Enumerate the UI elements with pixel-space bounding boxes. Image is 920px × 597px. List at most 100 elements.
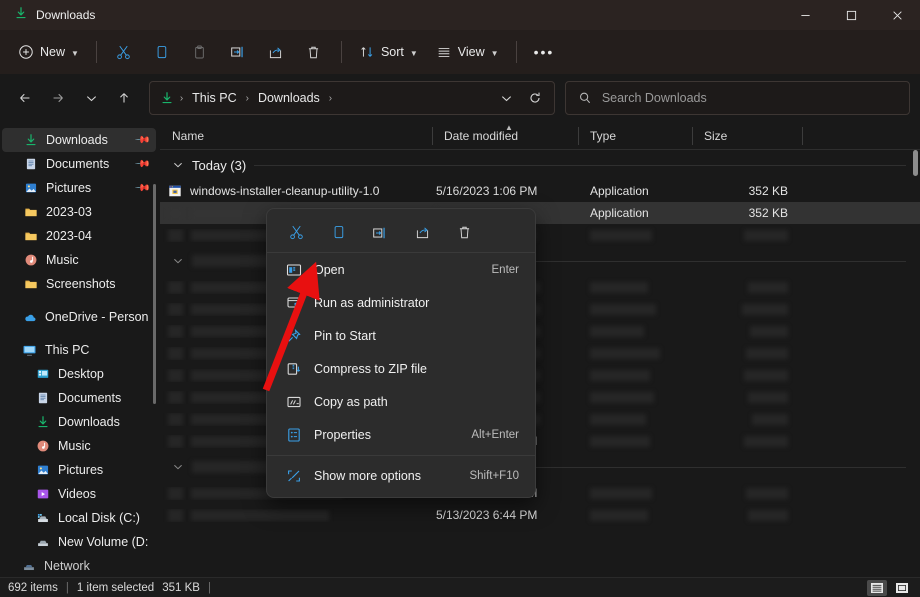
breadcrumb-this-pc[interactable]: This PC xyxy=(187,88,241,108)
delete-button[interactable] xyxy=(296,36,332,68)
maximize-button[interactable] xyxy=(828,0,874,30)
address-bar[interactable]: › This PC › Downloads › xyxy=(148,81,555,115)
chevron-down-icon xyxy=(174,162,182,168)
sidebar-item-2023-04[interactable]: 2023-04 xyxy=(2,224,156,248)
forward-button[interactable] xyxy=(43,82,74,114)
sidebar-item-music-pc[interactable]: Music xyxy=(2,434,156,458)
context-menu-divider xyxy=(267,455,535,456)
column-header-size[interactable]: Size xyxy=(692,122,802,150)
up-button[interactable] xyxy=(109,82,140,114)
context-menu-item-pin-to-start[interactable]: Pin to Start xyxy=(271,320,531,352)
context-menu-item-run-as-administrator[interactable]: Run as administrator xyxy=(271,287,531,319)
file-type-cell xyxy=(578,303,692,315)
sidebar-scrollbar[interactable] xyxy=(153,184,156,404)
sidebar-item-onedrive[interactable]: OneDrive - Person xyxy=(2,305,156,329)
table-row[interactable]: 5/13/2023 6:44 PM xyxy=(160,504,920,526)
desktop-icon xyxy=(37,369,49,378)
file-list-scrollbar[interactable] xyxy=(913,150,918,176)
details-view-icon xyxy=(871,582,883,593)
context-menu-item-show-more-options[interactable]: Show more options Shift+F10 xyxy=(271,460,531,492)
context-menu-item-properties[interactable]: Properties Alt+Enter xyxy=(271,419,531,451)
rename-button[interactable] xyxy=(220,36,256,68)
address-bar-row: › This PC › Downloads › Search Downloads xyxy=(0,74,920,122)
sidebar-item-screenshots[interactable]: Screenshots xyxy=(2,272,156,296)
pictures-icon xyxy=(37,465,49,475)
sidebar-item-downloads[interactable]: Downloads 📌 xyxy=(2,128,156,152)
sidebar-item-documents-pc[interactable]: Documents xyxy=(2,386,156,410)
group-divider xyxy=(254,164,906,166)
minimize-button[interactable] xyxy=(782,0,828,30)
sidebar-item-pictures[interactable]: Pictures 📌 xyxy=(2,176,156,200)
navigation-pane[interactable]: Downloads 📌 Documents 📌 Pictures 📌 2023-… xyxy=(0,122,160,577)
sidebar-item-this-pc[interactable]: This PC xyxy=(2,338,156,362)
sidebar-item-local-disk-c[interactable]: Local Disk (C:) xyxy=(2,506,156,530)
column-header-date-modified[interactable]: ▲ Date modified xyxy=(432,122,578,150)
network-icon xyxy=(24,564,34,571)
sort-button[interactable]: Sort ▼ xyxy=(351,36,426,68)
command-bar: New ▼ Sort ▼ View ▼ ••• xyxy=(0,30,920,74)
context-menu[interactable]: Open Enter Run as administrator Pin to S… xyxy=(266,208,536,498)
sidebar-item-documents[interactable]: Documents 📌 xyxy=(2,152,156,176)
pin-icon: 📌 xyxy=(133,155,151,173)
local-disk-icon xyxy=(37,513,48,523)
share-icon xyxy=(416,227,428,239)
address-history-button[interactable] xyxy=(494,85,520,111)
file-type-cell xyxy=(578,391,692,403)
music-icon xyxy=(37,440,49,452)
back-button[interactable] xyxy=(10,82,41,114)
sidebar-item-label: Desktop xyxy=(58,367,104,381)
sidebar-item-downloads-pc[interactable]: Downloads xyxy=(2,410,156,434)
music-icon xyxy=(25,254,37,266)
application-exe-icon xyxy=(169,185,181,197)
new-button[interactable]: New ▼ xyxy=(10,36,87,68)
copy-button[interactable] xyxy=(144,36,180,68)
column-header-extra[interactable] xyxy=(802,122,902,150)
view-button[interactable]: View ▼ xyxy=(428,36,507,68)
table-row[interactable]: windows-installer-cleanup-utility-1.0 5/… xyxy=(160,180,920,202)
sidebar-item-pictures-pc[interactable]: Pictures xyxy=(2,458,156,482)
file-name-text: windows-installer-cleanup-utility-1.0 xyxy=(190,184,380,198)
share-button[interactable] xyxy=(258,36,294,68)
context-menu-item-compress-to-zip[interactable]: Compress to ZIP file xyxy=(271,353,531,385)
sidebar-item-network[interactable]: Network xyxy=(2,554,156,577)
cut-button[interactable] xyxy=(106,36,142,68)
large-icons-view-icon xyxy=(896,582,908,593)
file-type-cell: Application xyxy=(590,206,649,220)
pin-icon: 📌 xyxy=(133,131,151,149)
search-input[interactable]: Search Downloads xyxy=(564,81,910,115)
context-menu-item-open[interactable]: Open Enter xyxy=(271,254,531,286)
sidebar-item-videos[interactable]: Videos xyxy=(2,482,156,506)
file-type-cell xyxy=(578,347,692,359)
column-header-type[interactable]: Type xyxy=(578,122,692,150)
toolbar-divider xyxy=(95,41,97,63)
context-delete-button[interactable] xyxy=(447,218,481,248)
recent-locations-button[interactable] xyxy=(76,82,107,114)
context-copy-button[interactable] xyxy=(321,218,355,248)
context-cut-button[interactable] xyxy=(279,218,313,248)
context-share-button[interactable] xyxy=(405,218,439,248)
breadcrumb-downloads[interactable]: Downloads xyxy=(253,88,325,108)
paste-button[interactable] xyxy=(182,36,218,68)
breadcrumb-separator: › xyxy=(179,92,184,104)
downloads-arrow-icon xyxy=(26,134,36,146)
see-more-button[interactable]: ••• xyxy=(526,36,563,68)
context-rename-button[interactable] xyxy=(363,218,397,248)
column-header-name[interactable]: Name xyxy=(160,122,432,150)
file-size-cell: 352 KB xyxy=(748,206,788,220)
window-controls xyxy=(782,0,920,30)
sidebar-item-new-volume-d[interactable]: New Volume (D: xyxy=(2,530,156,554)
sidebar-item-label: Pictures xyxy=(46,181,92,195)
sidebar-item-music[interactable]: Music xyxy=(2,248,156,272)
context-menu-item-copy-as-path[interactable]: Copy as path xyxy=(271,386,531,418)
sidebar-item-desktop[interactable]: Desktop xyxy=(2,362,156,386)
refresh-button[interactable] xyxy=(522,85,548,111)
file-name-cell xyxy=(160,508,432,522)
details-view-button[interactable] xyxy=(867,579,887,596)
file-type-cell xyxy=(578,487,692,499)
sidebar-item-2023-03[interactable]: 2023-03 xyxy=(2,200,156,224)
large-icons-view-button[interactable] xyxy=(892,580,912,596)
file-size-cell xyxy=(692,413,802,425)
close-button[interactable] xyxy=(874,0,920,30)
group-header-today[interactable]: Today (3) xyxy=(160,150,920,180)
